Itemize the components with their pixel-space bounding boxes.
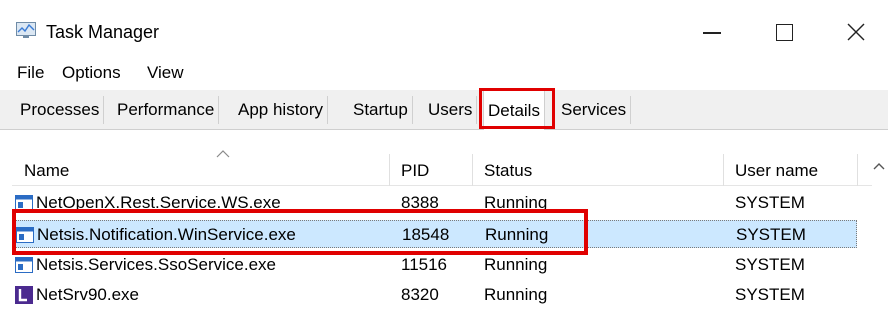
tab-users[interactable]: Users xyxy=(424,96,478,124)
task-manager-icon xyxy=(16,22,36,38)
table-row-selected[interactable]: Netsis.Notification.WinService.exe 18548… xyxy=(12,220,857,248)
process-user: SYSTEM xyxy=(735,285,805,304)
maximize-icon xyxy=(775,23,793,41)
service-icon xyxy=(15,257,33,273)
column-header-pid[interactable]: PID xyxy=(401,160,429,182)
tab-startup[interactable]: Startup xyxy=(349,96,413,124)
menu-file[interactable]: File xyxy=(17,62,44,84)
table-row[interactable]: NetOpenX.Rest.Service.WS.exe 8388 Runnin… xyxy=(12,189,857,217)
details-panel: Name PID Status User name NetOpenX.Rest.… xyxy=(0,131,888,311)
process-name: NetSrv90.exe xyxy=(36,285,139,304)
column-header-name[interactable]: Name xyxy=(24,160,69,182)
process-user: SYSTEM xyxy=(736,225,806,244)
table-row[interactable]: NetSrv90.exe 8320 Running SYSTEM xyxy=(12,281,857,309)
process-pid: 8388 xyxy=(401,193,439,212)
menu-options[interactable]: Options xyxy=(62,62,121,84)
process-name: Netsis.Services.SsoService.exe xyxy=(36,255,276,274)
window-title: Task Manager xyxy=(46,22,160,42)
close-button[interactable] xyxy=(832,14,880,50)
tab-app-history[interactable]: App history xyxy=(234,96,329,124)
table-header: Name PID Status User name xyxy=(12,146,872,186)
maximize-button[interactable] xyxy=(760,14,808,50)
process-name: Netsis.Notification.WinService.exe xyxy=(37,225,296,244)
chevron-up-icon xyxy=(216,150,230,158)
service-icon xyxy=(16,227,34,243)
process-status: Running xyxy=(484,193,548,212)
process-name: NetOpenX.Rest.Service.WS.exe xyxy=(36,193,281,212)
minimize-button[interactable] xyxy=(688,14,736,50)
table-row[interactable]: Netsis.Services.SsoService.exe 11516 Run… xyxy=(12,251,857,279)
tab-bar: Processes Performance App history Startu… xyxy=(0,90,888,130)
process-user: SYSTEM xyxy=(735,193,805,212)
service-icon xyxy=(15,195,33,211)
minimize-icon xyxy=(703,32,721,34)
process-status: Running xyxy=(484,255,548,274)
column-divider[interactable] xyxy=(723,154,724,186)
menu-bar: File Options View xyxy=(0,62,888,86)
process-status: Running xyxy=(485,225,549,244)
column-divider[interactable] xyxy=(857,154,858,186)
tab-details[interactable]: Details xyxy=(483,90,545,130)
column-divider[interactable] xyxy=(472,154,473,186)
close-icon xyxy=(847,23,865,41)
process-status: Running xyxy=(484,285,548,304)
process-pid: 8320 xyxy=(401,285,439,304)
title-bar: Task Manager xyxy=(0,0,888,62)
tab-processes[interactable]: Processes xyxy=(16,96,105,124)
tab-performance[interactable]: Performance xyxy=(113,96,220,124)
scroll-up-icon[interactable] xyxy=(872,161,886,171)
netsrv-icon xyxy=(15,286,33,304)
column-divider[interactable] xyxy=(389,154,390,186)
column-header-user-name[interactable]: User name xyxy=(735,160,818,182)
process-pid: 11516 xyxy=(401,255,448,274)
tab-services[interactable]: Services xyxy=(557,96,632,124)
process-user: SYSTEM xyxy=(735,255,805,274)
menu-view[interactable]: View xyxy=(147,62,184,84)
process-pid: 18548 xyxy=(402,225,450,244)
column-header-status[interactable]: Status xyxy=(484,160,532,182)
